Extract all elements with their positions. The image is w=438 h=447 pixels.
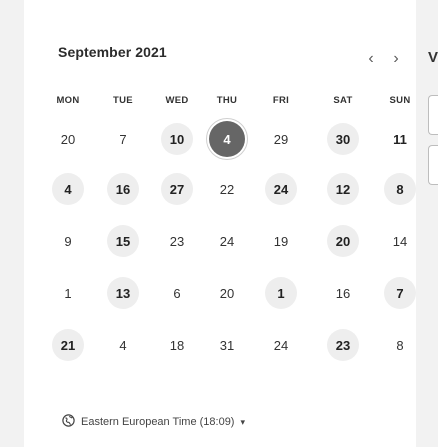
day-cell[interactable]: 24 (265, 173, 297, 205)
day-cell[interactable]: 20 (52, 123, 84, 155)
day-cell[interactable]: 29 (265, 123, 297, 155)
calendar-panel (24, 0, 416, 447)
day-cell[interactable]: 23 (161, 225, 193, 257)
day-cell[interactable]: 31 (211, 329, 243, 361)
day-cell[interactable]: 11 (384, 123, 416, 155)
day-cell[interactable]: 7 (384, 277, 416, 309)
weekday-label-fri: FRI (272, 95, 290, 106)
day-cell[interactable]: 7 (107, 123, 139, 155)
day-cell[interactable]: 20 (327, 225, 359, 257)
day-cell[interactable]: 8 (384, 173, 416, 205)
time-slot-outline[interactable] (428, 95, 438, 135)
day-cell[interactable]: 22 (211, 173, 243, 205)
partial-label: V (428, 49, 438, 66)
day-cell[interactable]: 27 (161, 173, 193, 205)
weekday-label-sat: SAT (333, 95, 353, 106)
weekday-label-thu: THU (216, 95, 238, 106)
day-cell[interactable]: 13 (107, 277, 139, 309)
weekday-label-mon: MON (56, 95, 80, 106)
day-cell[interactable]: 18 (161, 329, 193, 361)
month-title: September 2021 (58, 44, 167, 60)
weekday-label-sun: SUN (389, 95, 411, 106)
day-cell[interactable]: 6 (161, 277, 193, 309)
day-cell[interactable]: 23 (327, 329, 359, 361)
day-cell[interactable]: 10 (161, 123, 193, 155)
weekday-label-wed: WED (165, 95, 189, 106)
day-cell[interactable]: 4 (107, 329, 139, 361)
day-cell[interactable]: 24 (265, 329, 297, 361)
day-cell[interactable]: 30 (327, 123, 359, 155)
globe-icon (62, 414, 75, 430)
day-cell[interactable]: 21 (52, 329, 84, 361)
day-cell[interactable]: 15 (107, 225, 139, 257)
day-cell[interactable]: 4 (52, 173, 84, 205)
day-cell[interactable]: 19 (265, 225, 297, 257)
chevron-right-icon: › (393, 50, 399, 67)
next-month-button[interactable]: › (388, 50, 404, 68)
day-cell[interactable]: 9 (52, 225, 84, 257)
day-cell[interactable]: 1 (265, 277, 297, 309)
day-cell[interactable]: 1 (52, 277, 84, 309)
day-cell[interactable]: 20 (211, 277, 243, 309)
day-cell[interactable]: 8 (384, 329, 416, 361)
prev-month-button[interactable]: ‹ (363, 50, 379, 68)
timezone-selector[interactable]: Eastern European Time (18:09) ▾ (62, 414, 245, 430)
caret-down-icon: ▾ (240, 416, 246, 427)
day-cell[interactable]: 16 (327, 277, 359, 309)
chevron-left-icon: ‹ (368, 50, 374, 67)
day-cell[interactable]: 12 (327, 173, 359, 205)
day-cell-selected[interactable]: 4 (206, 118, 248, 160)
day-cell[interactable]: 14 (384, 225, 416, 257)
day-cell[interactable]: 16 (107, 173, 139, 205)
timezone-label: Eastern European Time (18:09) (81, 416, 235, 428)
day-cell[interactable]: 24 (211, 225, 243, 257)
time-slot-outline[interactable] (428, 145, 438, 185)
weekday-label-tue: TUE (113, 95, 133, 106)
